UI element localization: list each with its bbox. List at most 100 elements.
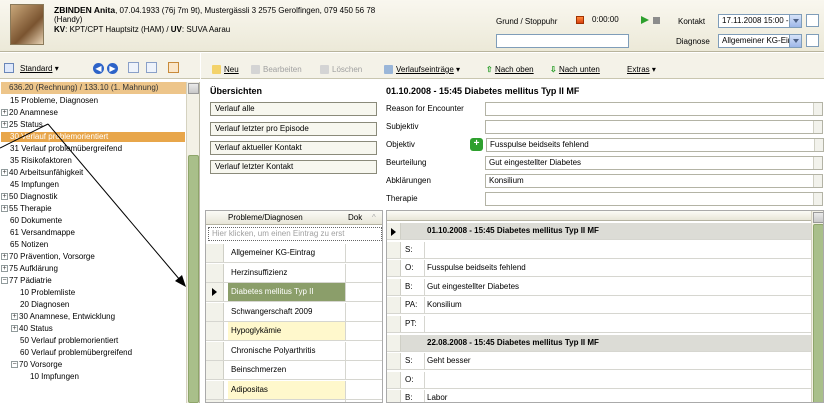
expand-icon[interactable]: + xyxy=(11,313,18,321)
history-entry-line[interactable]: PT: xyxy=(387,316,811,333)
standard-dropdown[interactable]: Standard ▾ xyxy=(20,64,59,73)
overview-all-button[interactable]: Verlauf alle xyxy=(210,102,377,116)
tree-item[interactable]: 30 Verlauf problemorientiert xyxy=(1,132,185,142)
field-input[interactable] xyxy=(485,120,823,134)
field-input[interactable]: Fusspulse beidseits fehlend xyxy=(486,138,824,152)
problem-row[interactable]: Hypoglykämie xyxy=(206,322,382,341)
tree-item[interactable]: +75 Aufklärung xyxy=(1,264,185,274)
scroll-up-icon[interactable]: ^ xyxy=(372,211,376,225)
history-entry-header[interactable]: 22.08.2008 - 15:45 Diabetes mellitus Typ… xyxy=(387,334,811,352)
field-input[interactable] xyxy=(485,102,823,116)
tree-item[interactable]: 15 Probleme, Diagnosen xyxy=(1,96,185,106)
expand-icon[interactable]: + xyxy=(1,253,8,261)
tree-item[interactable]: +20 Anamnese xyxy=(1,108,185,118)
col-problems[interactable]: Probleme/Diagnosen xyxy=(228,211,303,225)
field-scrollbar[interactable] xyxy=(813,103,822,115)
edit-diagnose-icon[interactable] xyxy=(806,34,819,47)
grund-input[interactable] xyxy=(496,34,629,48)
history-entry-line[interactable]: PA: Konsilium xyxy=(387,297,811,315)
tree-item[interactable]: −77 Pädiatrie xyxy=(1,276,185,286)
billing-summary[interactable]: 636.20 (Rechnung) / 133.10 (1. Mahnung) xyxy=(1,82,187,94)
tree-item[interactable]: +30 Anamnese, Entwicklung xyxy=(11,312,185,322)
field-scrollbar[interactable] xyxy=(814,139,823,151)
overview-current-contact-button[interactable]: Verlauf aktueller Kontakt xyxy=(210,141,377,155)
contact-face-icon[interactable] xyxy=(806,14,819,27)
expand-icon[interactable]: + xyxy=(1,205,8,213)
tree-item[interactable]: +40 Arbeitsunfähigkeit xyxy=(1,168,185,178)
expand-tree-icon[interactable] xyxy=(128,62,139,73)
new-entry-input[interactable]: Hier klicken, um einen Eintrag zu erst xyxy=(208,227,382,241)
overview-last-contact-button[interactable]: Verlauf letzter Kontakt xyxy=(210,160,377,174)
tree-item[interactable]: +25 Status xyxy=(1,120,185,130)
history-scroll-thumb[interactable] xyxy=(813,224,823,402)
problem-row[interactable]: Diabetes mellitus Typ II xyxy=(206,283,382,302)
expand-icon[interactable]: + xyxy=(1,109,8,117)
stop-icon[interactable] xyxy=(653,17,660,24)
tree-item[interactable]: −70 Vorsorge xyxy=(11,360,185,370)
expand-icon[interactable]: + xyxy=(1,169,8,177)
tree-item[interactable]: 20 Diagnosen xyxy=(11,300,185,310)
problem-row[interactable]: Chronische Polyarthritis xyxy=(206,341,382,361)
expand-icon[interactable]: + xyxy=(1,193,8,201)
add-plus-icon[interactable]: + xyxy=(470,138,483,151)
tree-item[interactable]: 60 Dokumente xyxy=(1,216,185,226)
move-up-button[interactable]: ⇧ Nach oben xyxy=(486,65,534,74)
new-button[interactable]: Neu xyxy=(212,65,239,74)
diagnose-select[interactable]: Allgemeiner KG-Eintrag xyxy=(718,34,802,48)
chevron-down-icon[interactable] xyxy=(789,15,801,27)
field-input[interactable]: Gut eingestellter Diabetes xyxy=(485,156,823,170)
tree-item[interactable]: 10 Impfungen xyxy=(21,372,185,382)
extras-menu[interactable]: Extras ▾ xyxy=(627,65,656,74)
tree-scrollbar[interactable] xyxy=(186,82,199,403)
history-scrollbar[interactable] xyxy=(811,211,823,402)
tree-item[interactable]: 65 Notizen xyxy=(1,240,185,250)
field-scrollbar[interactable] xyxy=(813,175,822,187)
history-entry-line[interactable]: S: Geht besser xyxy=(387,353,811,371)
overview-last-episode-button[interactable]: Verlauf letzter pro Episode xyxy=(210,122,377,136)
history-entry-line[interactable]: S: xyxy=(387,241,811,259)
tree-item[interactable]: 60 Verlauf problemübergreifend xyxy=(11,348,185,358)
collapse-icon[interactable]: − xyxy=(11,361,18,369)
problem-row[interactable]: Allgemeiner KG-Eintrag xyxy=(206,244,382,263)
history-entry-header[interactable]: 01.10.2008 - 15:45 Diabetes mellitus Typ… xyxy=(387,223,811,240)
kontakt-select[interactable]: 17.11.2008 15:00 - Konsultation xyxy=(718,14,802,28)
tree-view-icon[interactable] xyxy=(4,63,14,73)
scroll-up-icon[interactable] xyxy=(188,83,199,94)
tree-item[interactable]: 50 Verlauf problemorientiert xyxy=(11,336,185,346)
chevron-down-icon[interactable] xyxy=(789,35,801,47)
field-input[interactable]: Konsilium xyxy=(485,174,823,188)
collapse-tree-icon[interactable] xyxy=(146,62,157,73)
expand-icon[interactable]: + xyxy=(11,325,18,333)
tree-item[interactable]: 45 Impfungen xyxy=(1,180,185,190)
field-input[interactable] xyxy=(485,192,823,206)
col-dok[interactable]: Dok xyxy=(348,211,362,225)
scroll-up-icon[interactable] xyxy=(813,212,823,223)
move-down-button[interactable]: ⇩ Nach unten xyxy=(550,65,600,74)
problem-row[interactable]: Beinschmerzen xyxy=(206,361,382,380)
problem-row[interactable]: Schwangerschaft 2009 xyxy=(206,302,382,322)
problem-row[interactable]: Adipositas xyxy=(206,380,382,400)
field-scrollbar[interactable] xyxy=(813,121,822,133)
history-entry-line[interactable]: B: Labor xyxy=(387,390,811,402)
back-arrow-icon[interactable]: ◀ xyxy=(93,63,104,74)
tree-item[interactable]: 10 Problemliste xyxy=(11,288,185,298)
tree-item[interactable]: +50 Diagnostik xyxy=(1,192,185,202)
history-entry-line[interactable]: O: Fusspulse beidseits fehlend xyxy=(387,260,811,278)
tree-item[interactable]: +40 Status xyxy=(11,324,185,334)
verlaufseintraege-dropdown[interactable]: Verlaufseinträge ▾ xyxy=(384,65,460,74)
tree-item[interactable]: 35 Risikofaktoren xyxy=(1,156,185,166)
collapse-icon[interactable]: − xyxy=(1,277,8,285)
forward-arrow-icon[interactable]: ▶ xyxy=(107,63,118,74)
document-icon[interactable] xyxy=(168,62,179,73)
tree-item[interactable]: +55 Therapie xyxy=(1,204,185,214)
edit-button[interactable]: Bearbeiten xyxy=(251,65,302,74)
field-scrollbar[interactable] xyxy=(813,157,822,169)
tree-item[interactable]: 61 Versandmappe xyxy=(1,228,185,238)
history-entry-line[interactable]: B: Gut eingestellter Diabetes xyxy=(387,278,811,296)
expand-icon[interactable]: + xyxy=(1,121,8,129)
field-scrollbar[interactable] xyxy=(813,193,822,205)
play-icon[interactable] xyxy=(641,16,649,24)
tree-item[interactable]: +70 Prävention, Vorsorge xyxy=(1,252,185,262)
record-stop-icon[interactable] xyxy=(576,16,584,24)
tree-item[interactable]: 31 Verlauf problemübergreifend xyxy=(1,144,185,154)
